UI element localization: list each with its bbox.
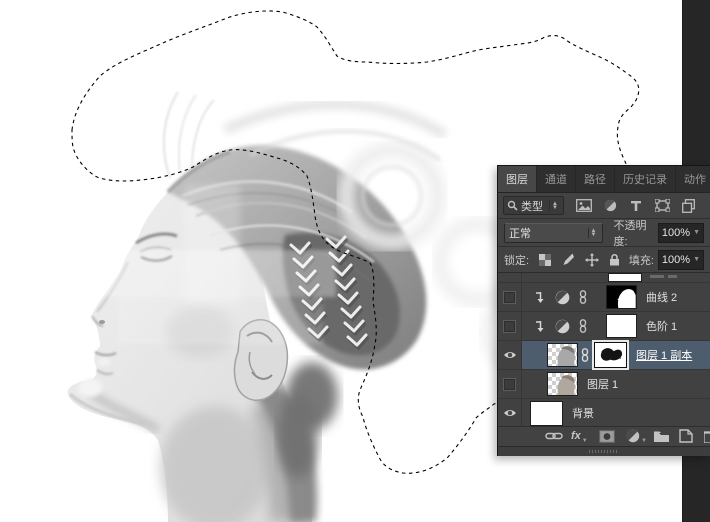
filter-kind-dropdown[interactable]: 类型 ▲▼ <box>503 196 564 215</box>
lock-all-icon[interactable] <box>609 253 620 266</box>
adjustment-circle-icon <box>626 429 640 443</box>
mask-link-icon[interactable] <box>581 348 589 362</box>
add-mask-icon <box>599 430 615 443</box>
layer-name[interactable]: 曲线 2 <box>646 289 677 305</box>
visibility-well[interactable] <box>498 273 522 282</box>
blend-mode-dropdown[interactable]: 正常 ▲▼ <box>504 223 603 243</box>
grip-dots <box>589 450 619 453</box>
layer-list: 曲线 2 色阶 1 <box>498 273 710 426</box>
visibility-well[interactable] <box>498 312 522 340</box>
eye-icon[interactable] <box>503 350 517 360</box>
opacity-value-box[interactable]: 100% ▼ <box>658 223 704 243</box>
clipping-mask-arrow-icon <box>536 321 545 332</box>
type-T-icon <box>630 200 642 212</box>
trash-icon <box>704 430 710 443</box>
filter-pixel-layers-button[interactable] <box>576 198 593 213</box>
image-icon <box>576 199 592 212</box>
new-layer-button[interactable] <box>679 428 693 444</box>
filter-smart-object-button[interactable] <box>680 198 697 213</box>
fill-value-box[interactable]: 100% ▼ <box>658 250 704 270</box>
blend-mode-row: 正常 ▲▼ 不透明度: 100% ▼ <box>498 219 710 247</box>
layer-row-background[interactable]: 背景 <box>498 399 710 426</box>
layer-image-thumbnail[interactable] <box>547 372 578 396</box>
tab-history[interactable]: 历史记录 <box>615 166 676 192</box>
visibility-empty-checkbox[interactable] <box>503 291 516 304</box>
visibility-empty-checkbox[interactable] <box>503 320 516 333</box>
layer-name[interactable]: 背景 <box>572 405 594 421</box>
layer-image-thumbnail[interactable] <box>547 343 578 367</box>
layer-row-layer1[interactable]: 图层 1 <box>498 370 710 399</box>
layers-panel: 图层 通道 路径 历史记录 动作 类型 ▲▼ <box>497 165 710 456</box>
layer-name[interactable]: 图层 1 <box>587 376 618 392</box>
adjustment-layer-icon <box>555 319 570 334</box>
clipping-mask-arrow-icon <box>536 292 545 303</box>
layer-row-levels1[interactable]: 色阶 1 <box>498 312 710 341</box>
layer-filter-row: 类型 ▲▼ <box>498 193 710 219</box>
lock-row: 锁定: 填充: <box>498 247 710 273</box>
smart-object-icon <box>682 199 695 213</box>
add-layer-mask-button[interactable] <box>599 428 615 444</box>
fx-more-arrow-icon: ▼ <box>582 438 588 444</box>
new-layer-icon <box>679 429 693 443</box>
lock-position-icon[interactable] <box>585 253 599 267</box>
layer-row-layer1-copy[interactable]: 图层 1 副本 <box>498 341 710 370</box>
opacity-arrow-icon: ▼ <box>693 229 700 236</box>
eye-icon[interactable] <box>503 408 517 418</box>
mask-link-icon[interactable] <box>579 290 587 304</box>
layer-mask-thumbnail-partial[interactable] <box>608 273 642 282</box>
fill-label: 填充: <box>629 252 654 268</box>
filter-adjustment-layers-button[interactable] <box>602 198 619 213</box>
delete-layer-button[interactable] <box>704 428 710 444</box>
fx-icon: fx <box>571 430 581 442</box>
tab-channels[interactable]: 通道 <box>537 166 576 192</box>
opacity-label: 不透明度: <box>613 217 653 249</box>
mask-link-icon[interactable] <box>579 319 587 333</box>
filter-kind-arrows-icon: ▲▼ <box>549 201 560 211</box>
layer-mask-thumbnail-selected[interactable] <box>594 342 627 368</box>
visibility-well[interactable] <box>498 283 522 311</box>
layer-row-curves2[interactable]: 曲线 2 <box>498 283 710 312</box>
visibility-well[interactable] <box>498 370 522 398</box>
layers-bottom-toolbar: fx ▼ ▼ <box>498 426 710 446</box>
filter-type-layers-button[interactable] <box>628 198 645 213</box>
blend-mode-arrows-icon: ▲▼ <box>588 228 599 238</box>
layer-row-partial[interactable] <box>498 273 710 283</box>
adjustment-more-arrow-icon: ▼ <box>641 438 647 444</box>
filter-kind-value: 类型 <box>521 198 543 214</box>
layer-name[interactable]: 色阶 1 <box>646 318 677 334</box>
lock-transparency-icon[interactable] <box>539 254 551 266</box>
layer-name[interactable]: 图层 1 副本 <box>636 347 692 363</box>
visibility-well[interactable] <box>498 399 522 426</box>
photoshop-workspace: 图层 通道 路径 历史记录 动作 类型 ▲▼ <box>0 0 710 522</box>
panel-resize-grip[interactable] <box>498 446 710 456</box>
tab-layers[interactable]: 图层 <box>498 166 537 192</box>
adjustment-circle-icon <box>604 199 617 212</box>
layer-image-thumbnail[interactable] <box>530 401 563 426</box>
search-icon <box>507 200 518 211</box>
visibility-empty-checkbox[interactable] <box>503 378 516 391</box>
link-icon <box>545 431 563 441</box>
link-layers-button[interactable] <box>545 428 563 444</box>
new-group-button[interactable] <box>653 428 670 444</box>
adjustment-layer-icon <box>555 290 570 305</box>
tab-actions[interactable]: 动作 <box>676 166 710 192</box>
tab-paths[interactable]: 路径 <box>576 166 615 192</box>
shape-rect-icon <box>655 199 670 212</box>
fill-arrow-icon: ▼ <box>693 256 700 263</box>
visibility-well[interactable] <box>498 341 522 369</box>
layer-mask-thumbnail[interactable] <box>606 314 637 338</box>
lock-pixels-brush-icon[interactable] <box>561 253 575 266</box>
panel-tab-bar: 图层 通道 路径 历史记录 动作 <box>498 166 710 193</box>
new-adjustment-layer-button[interactable]: ▼ <box>626 428 647 444</box>
blend-mode-value: 正常 <box>509 225 531 241</box>
folder-icon <box>653 430 670 443</box>
layer-style-button[interactable]: fx ▼ <box>571 428 588 444</box>
filter-shape-layers-button[interactable] <box>654 198 671 213</box>
layer-mask-thumbnail[interactable] <box>606 285 637 309</box>
lock-label: 锁定: <box>504 252 529 268</box>
